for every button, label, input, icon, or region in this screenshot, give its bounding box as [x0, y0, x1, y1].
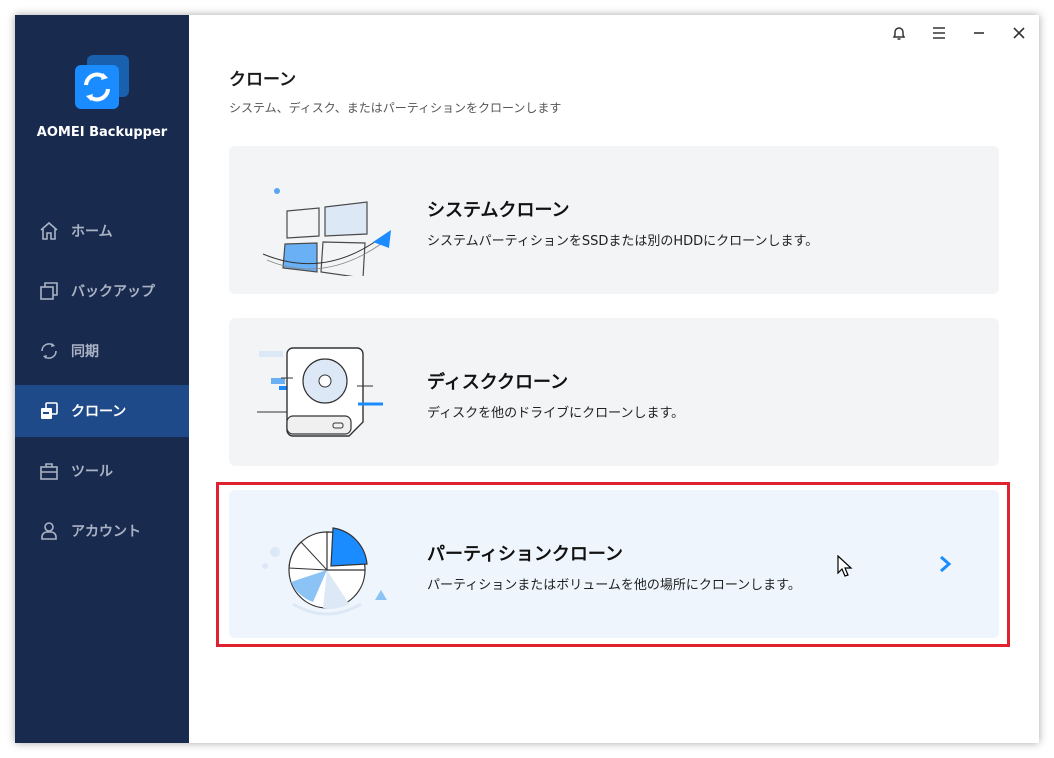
card-description: ディスクを他のドライブにクローンします。 — [427, 406, 685, 421]
sidebar-item-sync[interactable]: 同期 — [15, 325, 189, 377]
app-name: AOMEI Backupper — [36, 125, 168, 140]
sidebar-item-account[interactable]: アカウント — [15, 505, 189, 557]
windows-system-icon — [253, 164, 393, 279]
sidebar-item-label: アカウント — [71, 524, 141, 540]
card-description: システムパーティションをSSDまたは別のHDDにクローンします。 — [427, 234, 819, 249]
system-clone-card[interactable]: システムクローン システムパーティションをSSDまたは別のHDDにクローンします… — [229, 146, 999, 294]
app-logo-icon — [73, 55, 129, 111]
sidebar-item-label: 同期 — [71, 344, 99, 360]
sidebar: AOMEI Backupper ホーム バックアップ 同期 クローン ツール ア… — [15, 15, 189, 743]
sidebar-item-tools[interactable]: ツール — [15, 445, 189, 497]
hard-disk-icon — [253, 336, 393, 448]
card-title: パーティションクローン — [427, 544, 624, 565]
page-subtitle: システム、ディスク、またはパーティションをクローンします — [229, 101, 562, 115]
sidebar-item-clone[interactable]: クローン — [15, 385, 189, 437]
sidebar-item-label: クローン — [71, 404, 127, 420]
card-title: システムクローン — [427, 200, 570, 221]
page-title: クローン — [229, 70, 297, 90]
partition-clone-card[interactable]: パーティションクローン パーティションまたはボリュームを他の場所にクローンします… — [229, 490, 999, 638]
app-window: AOMEI Backupper ホーム バックアップ 同期 クローン ツール ア… — [15, 15, 1039, 743]
disk-clone-card[interactable]: ディスククローン ディスクを他のドライブにクローンします。 — [229, 318, 999, 466]
sidebar-item-label: ツール — [71, 464, 113, 480]
sidebar-item-label: ホーム — [71, 224, 113, 240]
card-title: ディスククローン — [427, 372, 569, 393]
sidebar-item-label: バックアップ — [71, 284, 155, 300]
chevron-right-icon[interactable] — [935, 552, 955, 576]
sync-icon — [39, 341, 59, 361]
card-description: パーティションまたはボリュームを他の場所にクローンします。 — [427, 578, 801, 593]
mouse-cursor-icon — [837, 554, 853, 579]
clone-icon — [39, 401, 59, 421]
user-icon — [39, 521, 59, 541]
sidebar-item-backup[interactable]: バックアップ — [15, 265, 189, 317]
partition-pie-icon — [253, 508, 393, 620]
backup-icon — [39, 281, 59, 301]
sidebar-nav: ホーム バックアップ 同期 クローン ツール アカウント — [15, 205, 189, 565]
sidebar-item-home[interactable]: ホーム — [15, 205, 189, 257]
toolbox-icon — [39, 461, 59, 481]
main-content: クローン システム、ディスク、またはパーティションをクローンします システムクロ… — [189, 15, 1039, 743]
home-icon — [39, 221, 59, 241]
